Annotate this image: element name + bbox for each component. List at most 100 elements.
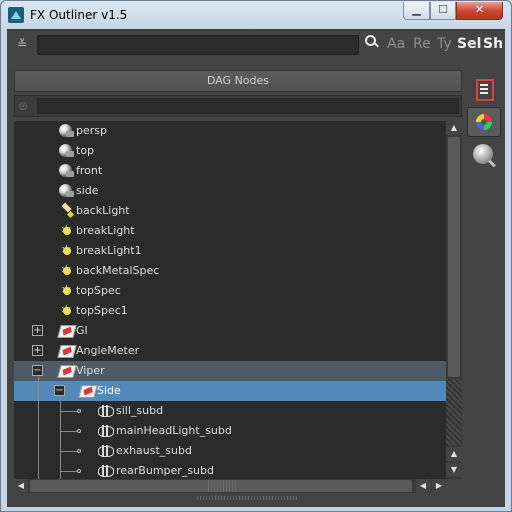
- tree-row[interactable]: exhaust_subd: [14, 441, 446, 461]
- scroll-left-arrow-right[interactable]: ◀: [416, 479, 430, 493]
- tree-row[interactable]: − Viper: [14, 361, 446, 381]
- tree-guide-line: [38, 377, 39, 479]
- subdiv-mesh-icon: [98, 405, 114, 417]
- scroll-up-arrow-lower[interactable]: ▲: [446, 447, 462, 461]
- point-light-icon: [59, 302, 75, 319]
- window-title: FX Outliner v1.5: [30, 8, 128, 22]
- point-light-icon: [59, 222, 75, 239]
- tree-connector: [60, 471, 78, 472]
- vertical-scrollbar[interactable]: ▲ ▲ ▼: [446, 121, 462, 479]
- node-dot-icon: [77, 469, 81, 473]
- point-light-icon: [59, 242, 75, 259]
- tree-row[interactable]: rearBumper_subd: [14, 461, 446, 479]
- maximize-button[interactable]: ☐: [430, 2, 456, 20]
- search-icon[interactable]: [364, 34, 380, 50]
- outliner-window: FX Outliner v1.5 ▁ ☐ ✕ ≚ Aa Re Ty Sel Sh…: [0, 0, 512, 512]
- subdiv-mesh-icon: [98, 465, 114, 477]
- tree-guide-line: [60, 397, 61, 479]
- camera-icon: [59, 184, 74, 197]
- tree-row-label: exhaust_subd: [116, 444, 192, 457]
- node-dot-icon: [77, 429, 81, 433]
- expand-icon[interactable]: +: [32, 345, 43, 356]
- tree-connector: [60, 451, 78, 452]
- tree-filter-icon[interactable]: ⊛: [18, 99, 32, 113]
- toggle-type[interactable]: Ty: [437, 36, 452, 52]
- scroll-up-arrow[interactable]: ▲: [446, 121, 462, 135]
- tree-row-label: front: [76, 164, 103, 177]
- tree-row[interactable]: sill_subd: [14, 401, 446, 421]
- filter-icon[interactable]: ≚: [15, 36, 29, 52]
- tree-row-label: breakLight: [76, 224, 135, 237]
- tree-row-label: backLight: [76, 204, 130, 217]
- tree-row[interactable]: − Side: [14, 381, 446, 401]
- tree-row-label: GI: [76, 324, 88, 337]
- tree-row[interactable]: breakLight: [14, 221, 446, 241]
- node-dot-icon: [77, 409, 81, 413]
- tree-filter-input[interactable]: [37, 98, 459, 114]
- minimize-button[interactable]: ▁: [403, 2, 430, 20]
- tree-row[interactable]: front: [14, 161, 446, 181]
- tree-row[interactable]: topSpec1: [14, 301, 446, 321]
- collapse-icon[interactable]: −: [54, 385, 65, 396]
- point-light-icon: [59, 282, 75, 299]
- close-button[interactable]: ✕: [456, 2, 503, 20]
- horizontal-scrollbar[interactable]: ◀ ◀ ▶: [14, 479, 446, 493]
- tree-row-label: sill_subd: [116, 404, 164, 417]
- scroll-down-arrow[interactable]: ▼: [446, 463, 462, 477]
- color-wheel-icon[interactable]: [467, 107, 501, 137]
- tree-row[interactable]: backMetalSpec: [14, 261, 446, 281]
- camera-icon: [59, 124, 74, 137]
- outliner-list-icon[interactable]: [467, 75, 501, 105]
- subdiv-mesh-icon: [98, 425, 114, 437]
- tree-row-label: Side: [97, 384, 121, 397]
- tree-row-label: top: [76, 144, 95, 157]
- dag-tree[interactable]: persp top front side backLight breakLight brea…: [14, 121, 446, 479]
- vertical-scroll-thumb[interactable]: [448, 137, 460, 377]
- scroll-grip: [208, 480, 236, 492]
- tree-row[interactable]: breakLight1: [14, 241, 446, 261]
- tree-row-label: side: [76, 184, 99, 197]
- tree-row-label: AngleMeter: [76, 344, 140, 357]
- tree-row-label: breakLight1: [76, 244, 142, 257]
- tree-row[interactable]: persp: [14, 121, 446, 141]
- scroll-right-arrow[interactable]: ▶: [432, 479, 446, 493]
- dag-nodes-tab[interactable]: DAG Nodes: [14, 70, 462, 92]
- outliner-client: ≚ Aa Re Ty Sel Sh DAG Nodes ⊛ persp top fr…: [7, 29, 505, 507]
- scroll-left-arrow[interactable]: ◀: [14, 479, 28, 493]
- subdiv-mesh-icon: [98, 445, 114, 457]
- tree-row[interactable]: top: [14, 141, 446, 161]
- app-icon: [8, 7, 24, 23]
- collapse-icon[interactable]: −: [32, 365, 43, 376]
- search-input[interactable]: [37, 35, 359, 55]
- title-bar[interactable]: FX Outliner v1.5 ▁ ☐ ✕: [1, 1, 511, 29]
- tree-filter-bar: ⊛: [14, 95, 462, 117]
- scroll-track-hatch: [446, 379, 462, 445]
- transform-icon: [57, 325, 77, 338]
- tree-row-label: topSpec: [76, 284, 121, 297]
- tree-row[interactable]: side: [14, 181, 446, 201]
- toggle-ignore-case[interactable]: Aa: [387, 36, 405, 52]
- tree-row[interactable]: topSpec: [14, 281, 446, 301]
- toggle-regex[interactable]: Re: [413, 36, 431, 52]
- expand-icon[interactable]: +: [32, 325, 43, 336]
- tree-connector: [60, 411, 78, 412]
- toggle-shapes[interactable]: Sh: [483, 36, 503, 52]
- tree-row[interactable]: backLight: [14, 201, 446, 221]
- tree-row-label: persp: [76, 124, 107, 137]
- point-light-icon: [59, 262, 75, 279]
- transform-icon: [57, 345, 77, 358]
- tree-row-label: mainHeadLight_subd: [116, 424, 232, 437]
- toggle-selected[interactable]: Sel: [457, 36, 481, 52]
- render-sphere-icon[interactable]: [467, 141, 501, 171]
- panel-resize-grip[interactable]: [197, 496, 297, 500]
- tree-row[interactable]: + AngleMeter: [14, 341, 446, 361]
- tree-row[interactable]: + GI: [14, 321, 446, 341]
- tree-row[interactable]: mainHeadLight_subd: [14, 421, 446, 441]
- tree-connector: [60, 431, 78, 432]
- tree-row-label: topSpec1: [76, 304, 128, 317]
- horizontal-scroll-thumb[interactable]: [30, 480, 412, 492]
- transform-icon: [57, 365, 77, 378]
- camera-icon: [59, 144, 74, 157]
- camera-icon: [59, 164, 74, 177]
- tree-row-label: Viper: [76, 364, 105, 377]
